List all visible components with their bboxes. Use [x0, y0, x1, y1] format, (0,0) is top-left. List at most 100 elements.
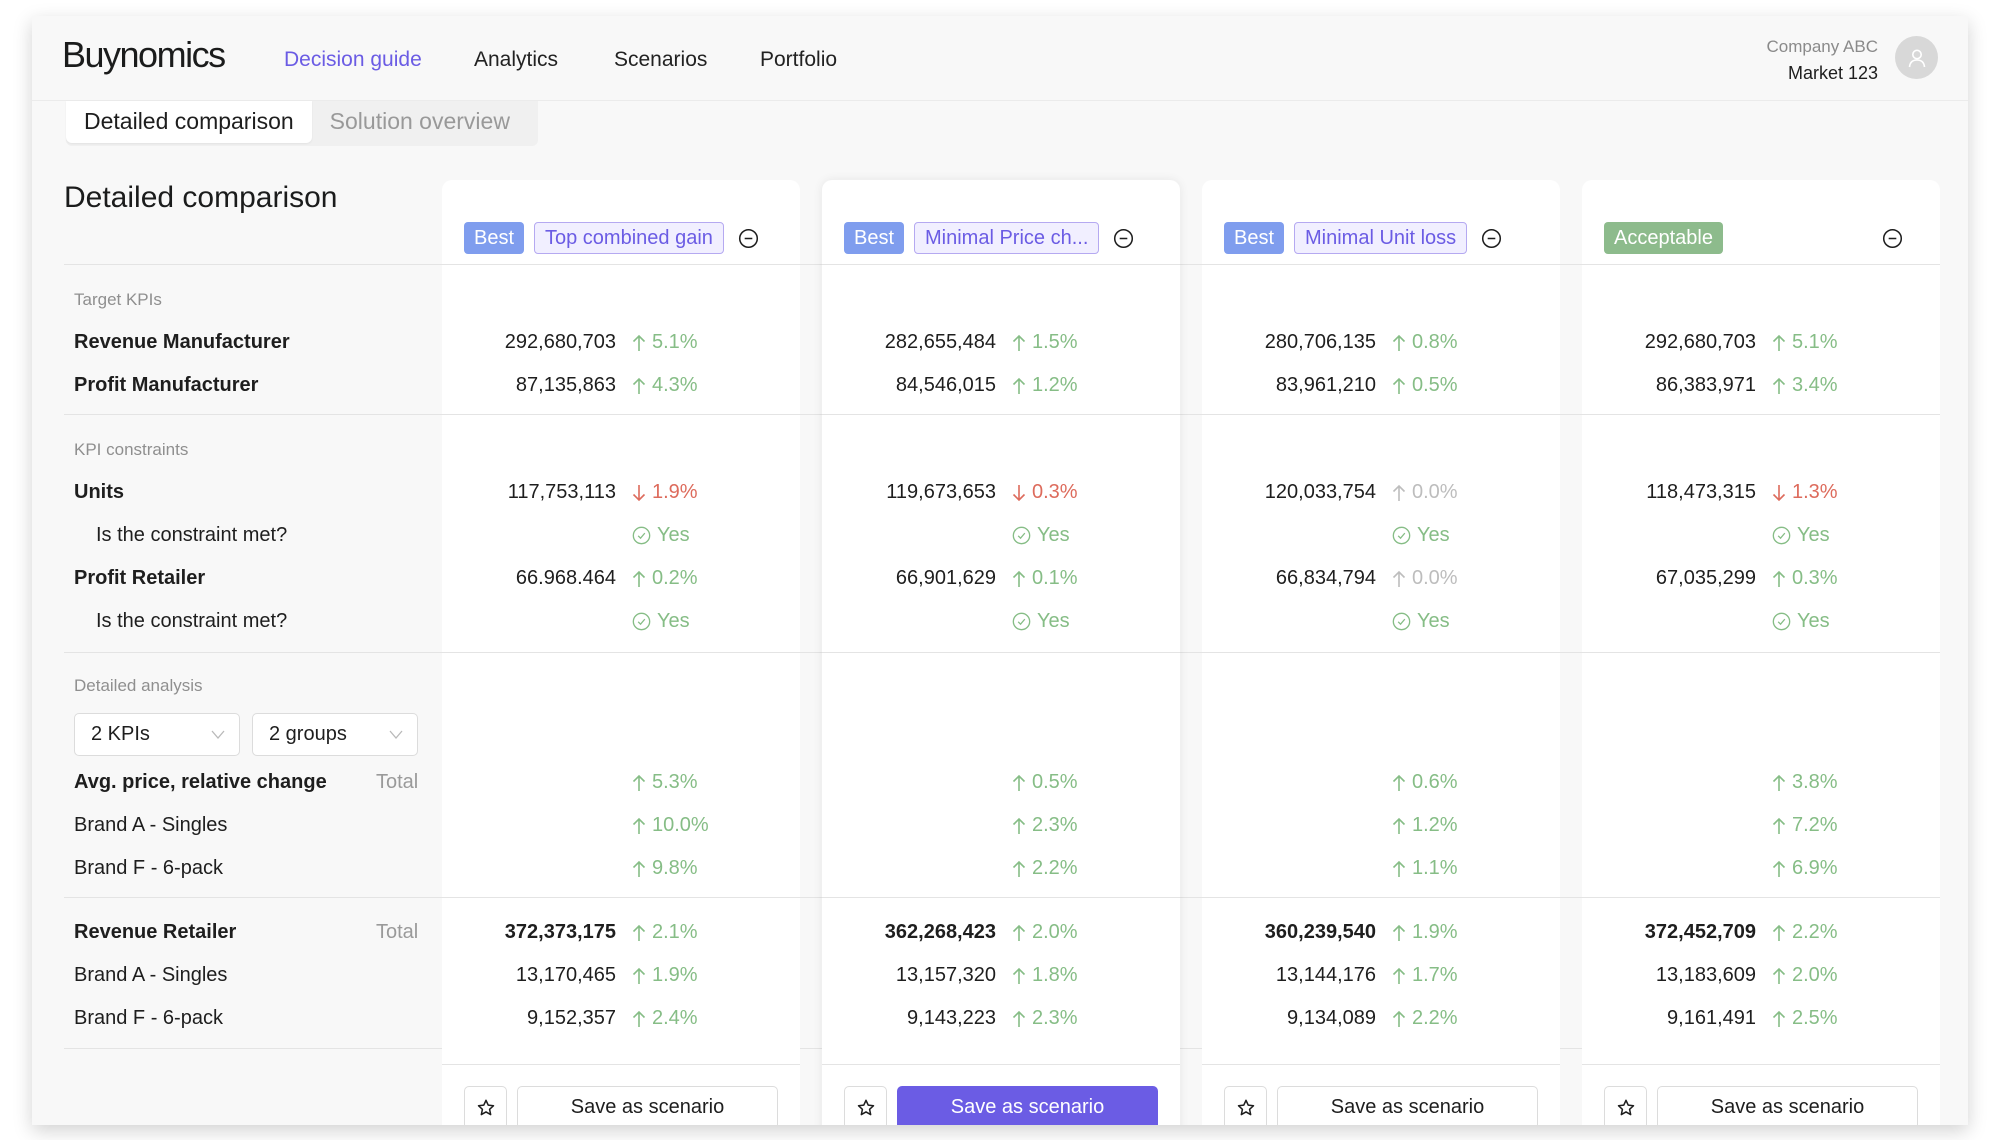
label-avg-price-brand-a: Brand A - Singles: [74, 814, 228, 836]
constraint-met-text: Yes: [1797, 524, 1830, 546]
kpi-value: 9,134,089: [1287, 1007, 1376, 1029]
favorite-button[interactable]: [844, 1086, 887, 1125]
logo[interactable]: Buynomics: [62, 34, 226, 76]
best-badge: Best: [844, 222, 905, 254]
view-tabs: Detailed comparison Solution overview: [66, 101, 538, 146]
solution-card-3: Best Minimal Unit loss 280,706,135 0.8% 83…: [1202, 180, 1560, 1125]
kpi-change: 0.2%: [632, 567, 698, 590]
kpi-change: 1.9%: [1392, 921, 1458, 944]
favorite-button[interactable]: [464, 1086, 507, 1125]
card-section-divider: [442, 652, 800, 653]
star-icon: [1617, 1099, 1634, 1115]
solution-card-2: Best Minimal Price ch... 282,655,484 1.5%…: [822, 180, 1180, 1125]
nav-analytics[interactable]: Analytics: [474, 48, 558, 72]
kpi-value: 372,373,175: [504, 921, 616, 943]
card-section-divider: [1582, 897, 1940, 898]
kpi-change: 2.5%: [1772, 1007, 1838, 1030]
kpi-change-value: 2.2%: [1032, 857, 1078, 879]
check-circle-icon: [1392, 526, 1411, 545]
nav-scenarios[interactable]: Scenarios: [614, 48, 707, 72]
kpi-value: 9,161,491: [1667, 1007, 1756, 1029]
kpi-change-value: 1.5%: [1032, 331, 1078, 353]
kpi-value: 87,135,863: [515, 374, 616, 396]
constraint-met-status: Yes: [1012, 524, 1070, 547]
card-footer-divider: [442, 1064, 800, 1065]
page-title: Detailed comparison: [64, 181, 338, 214]
kpi-value: 118,473,315: [1646, 481, 1756, 503]
kpi-value: 66,901,629: [895, 567, 996, 589]
kpi-change-value: 7.2%: [1792, 814, 1838, 836]
remove-solution-icon[interactable]: [1882, 228, 1903, 249]
kpi-change: 5.1%: [632, 331, 698, 354]
arrow-up-icon: [1012, 860, 1026, 877]
card-section-divider: [1582, 414, 1940, 415]
kpi-change: 2.3%: [1012, 1007, 1078, 1030]
arrow-up-icon: [1772, 774, 1786, 791]
solution-card-1: Best Top combined gain 292,680,703 5.1% 87…: [442, 180, 800, 1125]
nav-decision-guide[interactable]: Decision guide: [284, 48, 422, 72]
kpi-value: 119,673,653: [886, 481, 996, 503]
kpi-value: 66,834,794: [1275, 567, 1376, 589]
kpi-change: 6.9%: [1772, 857, 1838, 880]
tab-solution-overview[interactable]: Solution overview: [312, 101, 528, 143]
remove-solution-icon[interactable]: [738, 228, 759, 249]
arrow-up-icon: [1772, 570, 1786, 587]
arrow-up-icon: [1392, 570, 1406, 587]
label-units-constraint-met: Is the constraint met?: [96, 524, 288, 546]
kpi-value: 67,035,299: [1655, 567, 1756, 589]
card-footer-divider: [1582, 1064, 1940, 1065]
kpi-change-value: 1.7%: [1412, 964, 1458, 986]
avatar[interactable]: [1895, 36, 1938, 79]
star-icon: [477, 1099, 494, 1115]
kpi-change-value: 1.1%: [1412, 857, 1458, 879]
groups-dropdown[interactable]: 2 groups: [252, 713, 418, 756]
remove-solution-icon[interactable]: [1113, 228, 1134, 249]
save-as-scenario-button[interactable]: Save as scenario: [517, 1086, 778, 1125]
favorite-button[interactable]: [1224, 1086, 1267, 1125]
arrow-up-icon: [632, 377, 646, 394]
favorite-button[interactable]: [1604, 1086, 1647, 1125]
kpi-change-value: 1.9%: [1412, 921, 1458, 943]
acceptable-badge: Acceptable: [1604, 222, 1723, 254]
card-section-divider: [822, 652, 1180, 653]
arrow-up-icon: [1392, 967, 1406, 984]
kpi-change: 2.0%: [1772, 964, 1838, 987]
groups-dropdown-value: 2 groups: [269, 723, 347, 745]
label-revenue-retailer: Revenue Retailer: [74, 921, 237, 943]
constraint-met-text: Yes: [1417, 610, 1450, 632]
kpi-change-value: 0.8%: [1412, 331, 1458, 353]
kpi-change-value: 3.8%: [1792, 771, 1838, 793]
save-as-scenario-button[interactable]: Save as scenario: [897, 1086, 1158, 1125]
kpi-change: 1.7%: [1392, 964, 1458, 987]
constraint-met-text: Yes: [1037, 610, 1070, 632]
arrow-up-icon: [1772, 334, 1786, 351]
kpi-change: 0.3%: [1012, 481, 1078, 504]
kpi-change: 0.5%: [1392, 374, 1458, 397]
arrow-up-icon: [632, 570, 646, 587]
tab-detailed-comparison[interactable]: Detailed comparison: [66, 101, 312, 143]
kpi-change-value: 5.1%: [652, 331, 698, 353]
nav-portfolio[interactable]: Portfolio: [760, 48, 837, 72]
kpi-value: 282,655,484: [884, 331, 996, 353]
kpis-dropdown[interactable]: 2 KPIs: [74, 713, 240, 756]
kpi-change-value: 0.0%: [1412, 481, 1458, 503]
account-info[interactable]: Company ABC Market 123: [1767, 34, 1879, 86]
card-section-divider: [1202, 414, 1560, 415]
kpi-change: 0.0%: [1392, 567, 1458, 590]
kpi-change-value: 1.3%: [1792, 481, 1838, 503]
arrow-up-icon: [1012, 967, 1026, 984]
save-as-scenario-button[interactable]: Save as scenario: [1277, 1086, 1538, 1125]
card-section-divider: [822, 414, 1180, 415]
save-as-scenario-button[interactable]: Save as scenario: [1657, 1086, 1918, 1125]
kpi-change-value: 2.2%: [1412, 1007, 1458, 1029]
constraint-met-text: Yes: [657, 610, 690, 632]
kpi-change-value: 2.0%: [1032, 921, 1078, 943]
remove-solution-icon[interactable]: [1481, 228, 1502, 249]
label-units: Units: [74, 481, 124, 503]
kpi-change-value: 6.9%: [1792, 857, 1838, 879]
label-avg-price-brand-f: Brand F - 6-pack: [74, 857, 223, 879]
check-circle-icon: [1772, 612, 1791, 631]
arrow-up-icon: [632, 1010, 646, 1027]
check-circle-icon: [632, 526, 651, 545]
card-section-divider: [1202, 652, 1560, 653]
